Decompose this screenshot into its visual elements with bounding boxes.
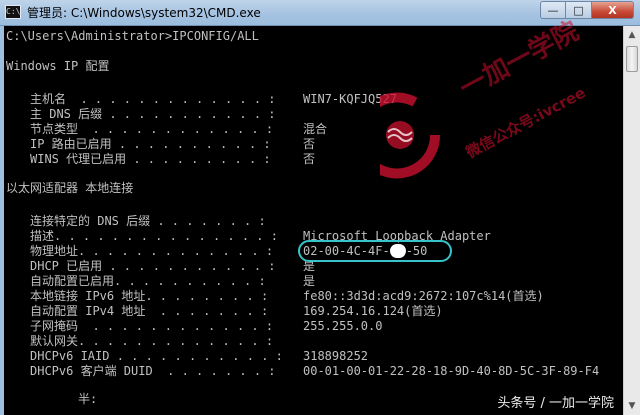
adapter-value-dhcpv6-iaid: 318898252 — [303, 349, 369, 363]
adapter-label-dhcpv6-duid: DHCPv6 客户端 DUID . . . . . . . : — [30, 364, 276, 378]
config-value-node-type: 混合 — [303, 122, 328, 136]
vertical-scrollbar[interactable]: ▲ ▼ — [623, 26, 640, 415]
adapter-value-subnet-mask: 255.255.0.0 — [303, 319, 383, 333]
section-ethernet-adapter: 以太网适配器 本地连接 — [6, 181, 134, 195]
command-line: C:\Users\Administrator>IPCONFIG/ALL — [6, 29, 259, 43]
config-label-ip-routing: IP 路由已启用 . . . . . . . . . . : — [30, 137, 271, 151]
config-value-ip-routing: 否 — [303, 137, 316, 151]
adapter-label-dhcp-enabled: DHCP 已启用 . . . . . . . . . . . : — [30, 259, 276, 273]
config-label-wins-proxy: WINS 代理已启用 . . . . . . . . . : — [30, 152, 271, 166]
adapter-value-autoconfig-enabled: 是 — [303, 274, 316, 288]
scroll-down-arrow-icon[interactable]: ▼ — [625, 398, 639, 414]
watermark: 一加一学院 微信公众号:ivcree — [354, 16, 630, 240]
adapter-value-ipv4: 169.254.16.124(首选) — [303, 304, 443, 318]
scroll-thumb[interactable] — [626, 46, 638, 72]
adapter-label-autoconfig-enabled: 自动配置已启用. . . . . . . . . . : — [30, 274, 266, 288]
mac-address-highlight — [298, 240, 452, 262]
window-title: 管理员: C:\Windows\system32\CMD.exe — [27, 6, 261, 20]
adapter-label-subnet-mask: 子网掩码 . . . . . . . . . . . . : — [30, 319, 274, 333]
adapter-value-ipv6: fe80::3d3d:acd9:2672:107c%14(首选) — [303, 289, 544, 303]
adapter-label-ipv6: 本地链接 IPv6 地址. . . . . . . . : — [30, 289, 269, 303]
partial-line: 半: — [78, 392, 98, 406]
scroll-up-arrow-icon[interactable]: ▲ — [625, 27, 639, 43]
adapter-value-dhcpv6-duid: 00-01-00-01-22-28-18-9D-40-8D-5C-3F-89-F… — [303, 364, 600, 378]
adapter-label-dhcpv6-iaid: DHCPv6 IAID . . . . . . . . . . . : — [30, 349, 283, 363]
config-value-wins-proxy: 否 — [303, 152, 316, 166]
config-label-node-type: 节点类型 . . . . . . . . . . . . : — [30, 122, 274, 136]
adapter-label-dns-suffix: 连接特定的 DNS 后缀 . . . . . . . : — [30, 214, 266, 228]
close-button[interactable]: X — [592, 1, 634, 19]
config-label-primary-dns-suffix: 主 DNS 后缀 . . . . . . . . . . . : — [30, 107, 276, 121]
adapter-label-description: 描述. . . . . . . . . . . . . . . : — [30, 229, 278, 243]
section-windows-ip: Windows IP 配置 — [6, 59, 110, 73]
adapter-label-default-gateway: 默认网关. . . . . . . . . . . . . : — [30, 334, 274, 348]
config-label-hostname: 主机名 . . . . . . . . . . . . . : — [30, 92, 276, 106]
footer-watermark: 头条号 / 一加一学院 — [497, 396, 614, 411]
adapter-label-ipv4: 自动配置 IPv4 地址 . . . . . . . : — [30, 304, 269, 318]
adapter-label-physical-address: 物理地址. . . . . . . . . . . . . : — [30, 244, 274, 258]
cmd-icon[interactable]: C:\ — [5, 5, 21, 19]
